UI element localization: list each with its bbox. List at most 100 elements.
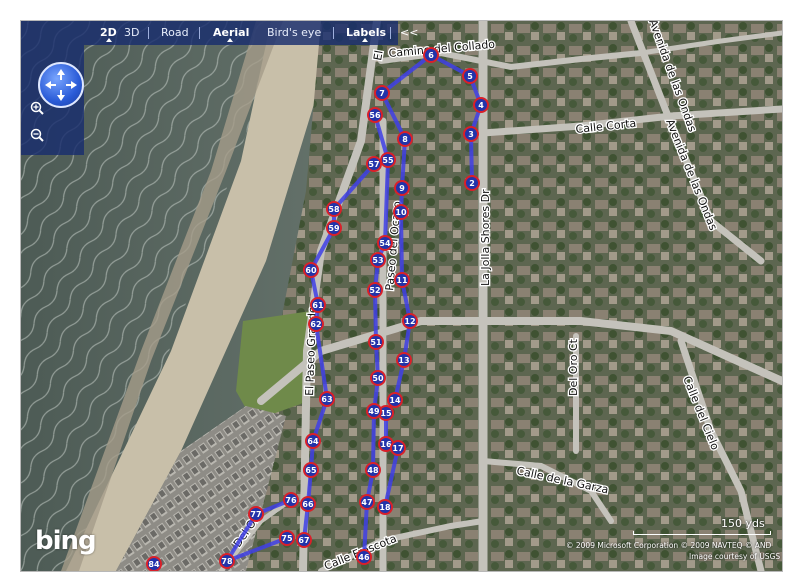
waypoint-marker[interactable]: 64: [305, 433, 321, 449]
waypoint-number: 9: [399, 184, 405, 193]
waypoint-number: 6: [428, 51, 434, 60]
waypoint-number: 76: [285, 496, 297, 505]
active-style-indicator: [227, 38, 233, 42]
waypoint-number: 4: [478, 101, 484, 110]
collapse-toolbar-button[interactable]: <<: [400, 26, 418, 39]
waypoint-number: 65: [305, 466, 317, 475]
waypoint-marker[interactable]: 76: [283, 492, 299, 508]
waypoint-number: 12: [404, 317, 415, 326]
zoom-in-icon: [30, 101, 44, 115]
waypoint-number: 47: [361, 498, 372, 507]
aerial-map[interactable]: Camino del Collado El Calle Corta Avenid…: [21, 21, 782, 571]
pan-compass[interactable]: [38, 62, 84, 108]
waypoint-number: 66: [302, 500, 314, 509]
waypoint-marker[interactable]: 52: [367, 282, 383, 298]
waypoint-marker[interactable]: 47: [359, 494, 375, 510]
waypoint-number: 5: [467, 72, 473, 81]
waypoint-marker[interactable]: 63: [319, 391, 335, 407]
waypoint-marker[interactable]: 57: [366, 156, 382, 172]
waypoint-marker[interactable]: 58: [326, 201, 342, 217]
pan-arrows-icon: [45, 69, 77, 101]
waypoint-number: 54: [379, 239, 391, 248]
waypoint-marker[interactable]: 10: [393, 204, 409, 220]
waypoint-marker[interactable]: 14: [387, 392, 403, 408]
waypoint-number: 75: [281, 534, 293, 543]
waypoint-marker[interactable]: 13: [396, 352, 412, 368]
zoom-in-button[interactable]: [30, 100, 44, 115]
waypoint-number: 67: [298, 536, 309, 545]
waypoint-number: 57: [368, 160, 379, 169]
waypoint-marker[interactable]: 48: [365, 462, 381, 478]
waypoint-marker[interactable]: 9: [394, 180, 410, 196]
map-frame[interactable]: Camino del Collado El Calle Corta Avenid…: [20, 20, 783, 572]
waypoint-marker[interactable]: 53: [370, 252, 386, 268]
waypoint-number: 63: [321, 395, 332, 404]
waypoint-marker[interactable]: 61: [310, 297, 326, 313]
waypoint-number: 51: [370, 338, 382, 347]
waypoint-number: 8: [402, 135, 408, 144]
waypoint-marker[interactable]: 12: [402, 313, 418, 329]
waypoint-number: 78: [221, 557, 233, 566]
bing-logo: bing: [35, 526, 97, 556]
waypoint-marker[interactable]: 65: [303, 462, 319, 478]
waypoint-number: 61: [312, 301, 324, 310]
waypoint-number: 2: [469, 179, 475, 188]
waypoint-marker[interactable]: 51: [368, 334, 384, 350]
birds-eye-button[interactable]: Bird's eye: [267, 26, 321, 39]
waypoint-marker[interactable]: 60: [303, 262, 319, 278]
label-del-oro-ct: Del Oro Ct: [567, 338, 580, 396]
copyright-notice: © 2009 Microsoft Corporation © 2009 NAVT…: [566, 541, 772, 550]
waypoint-number: 52: [369, 286, 380, 295]
waypoint-marker[interactable]: 50: [370, 370, 386, 386]
waypoint-marker[interactable]: 67: [296, 532, 312, 548]
toolbar-divider: [148, 27, 149, 39]
waypoint-marker[interactable]: 59: [326, 220, 342, 236]
waypoint-marker[interactable]: 2: [464, 175, 480, 191]
waypoint-number: 11: [396, 276, 408, 285]
waypoint-marker[interactable]: 5: [462, 68, 478, 84]
waypoint-marker[interactable]: 84: [146, 556, 162, 571]
waypoint-marker[interactable]: 3: [463, 126, 479, 142]
waypoint-number: 10: [395, 208, 407, 217]
waypoint-number: 49: [368, 407, 380, 416]
scale-label: 150 yds: [721, 517, 765, 530]
waypoint-number: 58: [328, 205, 340, 214]
waypoint-number: 13: [398, 356, 409, 365]
waypoint-number: 48: [367, 466, 379, 475]
scale-bar: [633, 531, 771, 535]
waypoint-marker[interactable]: 78: [219, 553, 235, 569]
waypoint-marker[interactable]: 8: [397, 131, 413, 147]
view-3d-button[interactable]: 3D: [124, 26, 139, 39]
waypoint-marker[interactable]: 7: [374, 85, 390, 101]
waypoint-marker[interactable]: 17: [390, 440, 406, 456]
toolbar-divider: [333, 27, 334, 39]
waypoint-marker[interactable]: 75: [279, 530, 295, 546]
waypoint-number: 15: [380, 409, 392, 418]
waypoint-number: 84: [148, 560, 160, 569]
waypoint-marker[interactable]: 56: [367, 107, 383, 123]
waypoint-marker[interactable]: 62: [308, 316, 324, 332]
waypoint-number: 14: [389, 396, 401, 405]
road-button[interactable]: Road: [161, 26, 189, 39]
waypoint-number: 46: [358, 553, 370, 562]
waypoint-number: 64: [307, 437, 319, 446]
waypoint-marker[interactable]: 54: [377, 235, 393, 251]
toolbar-divider: [199, 27, 200, 39]
waypoint-marker[interactable]: 6: [423, 47, 439, 63]
waypoint-marker[interactable]: 77: [248, 506, 264, 522]
waypoint-number: 3: [468, 130, 474, 139]
waypoint-marker[interactable]: 18: [377, 499, 393, 515]
waypoint-marker[interactable]: 49: [366, 403, 382, 419]
image-credit: Image courtesy of USGS: [689, 552, 781, 561]
active-view-indicator: [106, 38, 112, 42]
waypoint-marker[interactable]: 55: [380, 152, 396, 168]
waypoint-marker[interactable]: 46: [356, 549, 372, 565]
zoom-out-button[interactable]: [30, 127, 44, 142]
label-la-jolla-shores-dr: La Jolla Shores Dr: [479, 189, 492, 286]
waypoint-marker[interactable]: 66: [300, 496, 316, 512]
labels-on-indicator: [362, 38, 368, 42]
waypoint-marker[interactable]: 4: [473, 97, 489, 113]
waypoint-number: 77: [250, 510, 261, 519]
waypoint-marker[interactable]: 11: [394, 272, 410, 288]
map-toolbar: 2D 3D Road Aerial Bird's eye Labels <<: [21, 21, 418, 45]
